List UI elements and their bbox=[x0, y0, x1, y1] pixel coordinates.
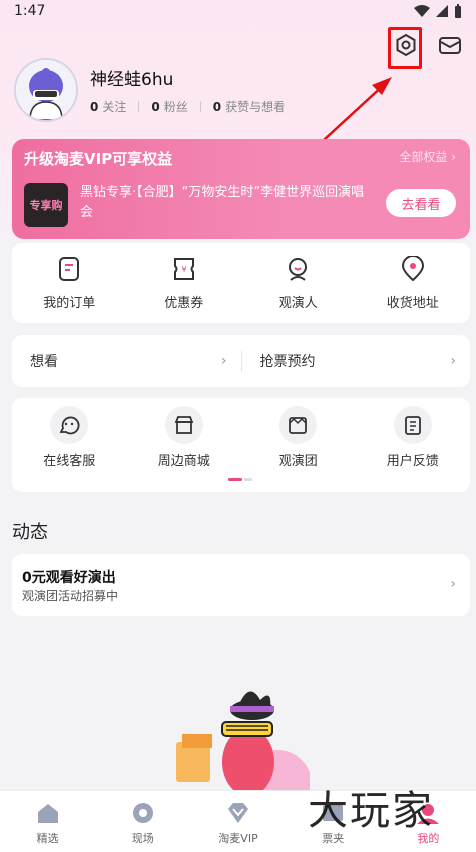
feed-card-title: 0元观看好演出 bbox=[22, 570, 116, 586]
audience-group-label: 观演团 bbox=[278, 453, 318, 469]
coupon-icon: ¥ bbox=[173, 257, 194, 280]
page-indicator bbox=[228, 478, 252, 481]
address-button[interactable]: 收货地址 bbox=[356, 243, 471, 323]
address-icon bbox=[401, 255, 424, 281]
vip-event-thumbnail: 专享购 bbox=[24, 183, 68, 227]
tab-live-label: 现场 bbox=[131, 831, 154, 845]
merch-shop-label: 周边商城 bbox=[157, 453, 210, 469]
customer-service-button[interactable]: 在线客服 bbox=[12, 398, 127, 476]
orders-button[interactable]: 我的订单 bbox=[12, 243, 127, 323]
profile-stats: 0 关注 0 粉丝 0 获赞与想看 bbox=[90, 98, 285, 115]
want-to-see-label: 想看 bbox=[30, 354, 58, 370]
chevron-right-icon: › bbox=[450, 353, 456, 369]
group-icon bbox=[289, 416, 308, 434]
username: 神经蛙6hu bbox=[90, 70, 174, 90]
address-label: 收货地址 bbox=[386, 295, 439, 311]
chevron-right-icon: › bbox=[220, 353, 227, 369]
watermark: 大玩家 bbox=[308, 788, 434, 834]
feed-card-subtitle: 观演团活动招募中 bbox=[22, 589, 119, 603]
ticket-reservation-label: 抢票预约 bbox=[259, 354, 316, 370]
profile-section[interactable]: 神经蛙6hu 0 关注 0 粉丝 0 获赞与想看 bbox=[14, 58, 285, 122]
shop-icon bbox=[174, 415, 194, 434]
svg-text:¥: ¥ bbox=[181, 265, 186, 274]
avatar-character-icon bbox=[16, 60, 76, 120]
home-icon bbox=[37, 803, 58, 823]
service-icon bbox=[59, 416, 80, 434]
want-to-see-link[interactable]: 想看 › bbox=[12, 351, 241, 371]
feed-card[interactable]: 0元观看好演出 观演团活动招募中 › bbox=[12, 554, 470, 616]
tab-featured[interactable]: 精选 bbox=[0, 791, 95, 852]
services-card: 在线客服 周边商城 观演团 用户反馈 bbox=[12, 398, 470, 492]
feedback-label: 用户反馈 bbox=[386, 453, 439, 469]
want-row-card: 想看 › 抢票预约 › bbox=[12, 335, 470, 387]
vip-go-button[interactable]: 去看看 bbox=[386, 189, 456, 217]
viewer-icon bbox=[289, 257, 308, 281]
mascot-illustration bbox=[176, 691, 310, 790]
vip-diamond-icon bbox=[228, 802, 248, 823]
tab-featured-label: 精选 bbox=[36, 831, 59, 845]
vip-card[interactable]: 升级淘麦VIP可享权益 全部权益 › 专享购 黑钻专享·【合肥】“万物安生时”李… bbox=[12, 139, 470, 239]
tab-vip[interactable]: 淘麦VIP bbox=[190, 791, 285, 852]
tab-vip-label: 淘麦VIP bbox=[218, 831, 258, 845]
feedback-icon bbox=[404, 415, 421, 435]
stat-following[interactable]: 0 关注 bbox=[90, 98, 126, 115]
coupons-button[interactable]: ¥ 优惠券 bbox=[127, 243, 242, 323]
vip-event-desc: 黑钻专享·【合肥】“万物安生时”李健世界巡回演唱会 bbox=[80, 185, 365, 220]
ticket-reservation-link[interactable]: 抢票预约 › bbox=[242, 351, 471, 371]
viewers-label: 观演人 bbox=[278, 295, 318, 311]
orders-label: 我的订单 bbox=[43, 295, 96, 311]
feed-section-title: 动态 bbox=[12, 522, 48, 543]
coupons-label: 优惠券 bbox=[164, 295, 204, 311]
avatar[interactable] bbox=[14, 58, 78, 122]
vip-title: 升级淘麦VIP可享权益 bbox=[24, 150, 173, 168]
viewers-button[interactable]: 观演人 bbox=[241, 243, 356, 323]
order-icon bbox=[59, 256, 80, 281]
vip-all-benefits-link[interactable]: 全部权益 › bbox=[399, 148, 456, 165]
feedback-button[interactable]: 用户反馈 bbox=[356, 398, 471, 476]
live-icon bbox=[132, 802, 153, 823]
chevron-right-icon: › bbox=[450, 576, 456, 592]
tab-live[interactable]: 现场 bbox=[95, 791, 190, 852]
stat-likes[interactable]: 0 获赞与想看 bbox=[213, 98, 285, 115]
customer-service-label: 在线客服 bbox=[43, 453, 96, 469]
merch-shop-button[interactable]: 周边商城 bbox=[127, 398, 242, 476]
quick-actions-card: 我的订单 ¥ 优惠券 观演人 收货地址 bbox=[12, 243, 470, 323]
stat-followers[interactable]: 0 粉丝 bbox=[151, 98, 187, 115]
audience-group-button[interactable]: 观演团 bbox=[241, 398, 356, 476]
